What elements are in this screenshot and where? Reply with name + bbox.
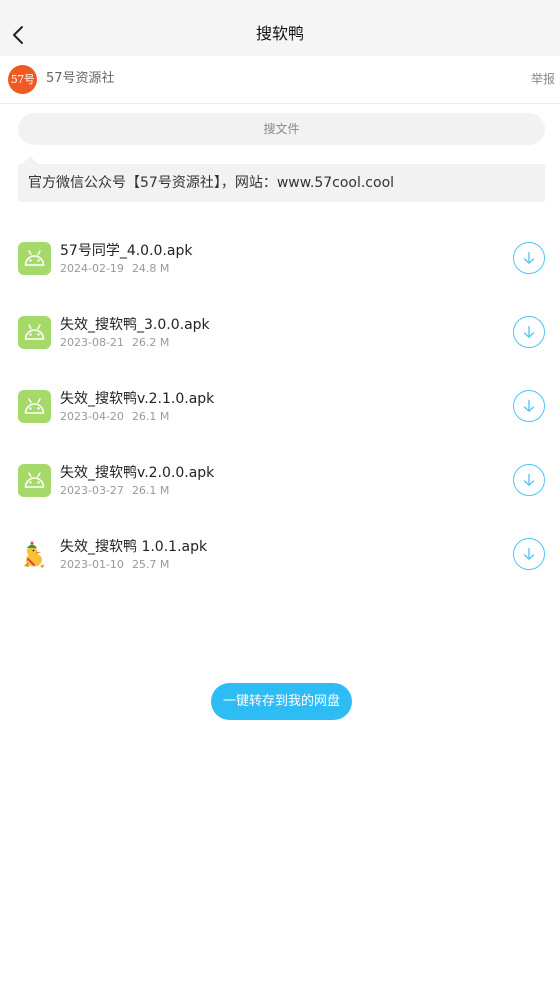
file-row[interactable]: 57号同学_4.0.0.apk 2024-02-19 24.8 M xyxy=(0,222,560,296)
duck-app-icon xyxy=(18,538,51,571)
download-arrow-icon xyxy=(523,325,535,338)
android-icon xyxy=(18,390,51,423)
file-row[interactable]: 失效_搜软鸭 1.0.1.apk 2023-01-10 25.7 M xyxy=(0,518,560,592)
notice-arrow xyxy=(22,156,38,164)
avatar[interactable]: 57号 xyxy=(8,65,37,94)
android-icon xyxy=(18,242,51,275)
file-meta: 2024-02-19 24.8 M xyxy=(60,262,169,275)
file-name: 失效_搜软鸭v.2.0.0.apk xyxy=(60,465,215,481)
file-meta: 2023-01-10 25.7 M xyxy=(60,558,169,571)
file-meta: 2023-03-27 26.1 M xyxy=(60,484,169,497)
file-meta: 2023-08-21 26.2 M xyxy=(60,336,169,349)
download-button[interactable] xyxy=(513,464,545,496)
file-date: 2023-08-21 xyxy=(60,336,124,349)
owner-name[interactable]: 57号资源社 xyxy=(46,56,115,104)
file-size: 25.7 M xyxy=(131,558,170,571)
notice-banner: 官方微信公众号【57号资源社】，网站：www.57cool.cool xyxy=(18,164,545,202)
file-date: 2023-01-10 xyxy=(60,558,124,571)
download-arrow-icon xyxy=(523,399,535,412)
file-size: 24.8 M xyxy=(131,262,170,275)
download-button[interactable] xyxy=(513,390,545,422)
download-button[interactable] xyxy=(513,316,545,348)
download-arrow-icon xyxy=(523,251,535,264)
owner-bar: 57号 57号资源社 举报 xyxy=(0,56,560,104)
file-date: 2024-02-19 xyxy=(60,262,124,275)
file-name: 失效_搜软鸭 1.0.1.apk xyxy=(60,539,208,555)
download-button[interactable] xyxy=(513,538,545,570)
file-size: 26.1 M xyxy=(131,410,170,423)
report-link[interactable]: 举报 xyxy=(531,56,555,104)
download-button[interactable] xyxy=(513,242,545,274)
file-name: 失效_搜软鸭_3.0.0.apk xyxy=(60,317,210,333)
file-row[interactable]: 失效_搜软鸭v.2.0.0.apk 2023-03-27 26.1 M xyxy=(0,444,560,518)
download-arrow-icon xyxy=(523,547,535,560)
save-to-drive-button[interactable]: 一键转存到我的网盘 xyxy=(211,683,352,720)
file-name: 57号同学_4.0.0.apk xyxy=(60,243,193,259)
search-input[interactable]: 搜文件 xyxy=(18,113,545,145)
file-date: 2023-04-20 xyxy=(60,410,124,423)
android-icon xyxy=(18,464,51,497)
file-name: 失效_搜软鸭v.2.1.0.apk xyxy=(60,391,215,407)
file-meta: 2023-04-20 26.1 M xyxy=(60,410,169,423)
file-size: 26.2 M xyxy=(131,336,170,349)
download-arrow-icon xyxy=(523,473,535,486)
file-row[interactable]: 失效_搜软鸭v.2.1.0.apk 2023-04-20 26.1 M xyxy=(0,370,560,444)
android-icon xyxy=(18,316,51,349)
file-date: 2023-03-27 xyxy=(60,484,124,497)
file-size: 26.1 M xyxy=(131,484,170,497)
file-row[interactable]: 失效_搜软鸭_3.0.0.apk 2023-08-21 26.2 M xyxy=(0,296,560,370)
